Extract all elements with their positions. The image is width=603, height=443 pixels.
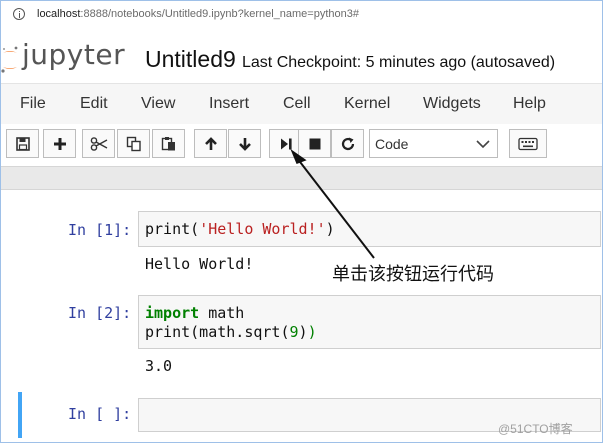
- command-palette-button[interactable]: [509, 129, 547, 158]
- run-icon: [280, 138, 292, 149]
- menu-edit[interactable]: Edit: [80, 95, 108, 113]
- menu-kernel[interactable]: Kernel: [344, 95, 390, 113]
- header-divider: [1, 166, 602, 190]
- address-bar[interactable]: localhost:8888/notebooks/Untitled9.ipynb…: [1, 1, 602, 29]
- cell-2-prompt: In [2]:: [68, 304, 132, 322]
- keyboard-icon: [518, 137, 538, 150]
- insert-cell-button[interactable]: [43, 129, 76, 158]
- cell-2-output: 3.0: [145, 357, 173, 375]
- cell-type-value: Code: [375, 136, 409, 152]
- cell-1-output: Hello World!: [145, 255, 254, 273]
- menu-help[interactable]: Help: [513, 95, 546, 113]
- arrow-down-icon: [238, 137, 251, 151]
- jupyter-logo-text[interactable]: jupyter: [22, 38, 125, 71]
- annotation-text: 单击该按钮运行代码: [332, 264, 494, 285]
- menu-file[interactable]: File: [20, 95, 46, 113]
- save-icon: [15, 136, 30, 151]
- save-button[interactable]: [6, 129, 39, 158]
- code-line: import math: [145, 304, 245, 322]
- menu-cell[interactable]: Cell: [283, 95, 311, 113]
- cell-1-prompt: In [1]:: [68, 221, 132, 239]
- checkpoint-status: Last Checkpoint: 5 minutes ago (autosave…: [242, 54, 556, 71]
- arrow-up-icon: [204, 136, 217, 150]
- cell-1-input[interactable]: print('Hello World!'): [138, 211, 601, 247]
- plus-icon: [53, 137, 66, 150]
- interrupt-button[interactable]: [298, 129, 331, 158]
- url-text[interactable]: localhost:8888/notebooks/Untitled9.ipynb…: [37, 8, 359, 20]
- menu-widgets[interactable]: Widgets: [423, 95, 481, 113]
- active-cell-indicator: [18, 392, 22, 438]
- watermark: @51CTO博客: [498, 422, 573, 436]
- stop-icon: [309, 138, 320, 149]
- cell-2-code[interactable]: import math print(math.sqrt(9)): [145, 304, 317, 342]
- menu-bar: File Edit View Insert Cell Kernel Widget…: [1, 83, 602, 125]
- chevron-down-icon: [476, 140, 490, 149]
- cell-2-input[interactable]: import math print(math.sqrt(9)): [138, 295, 601, 349]
- notebook-title[interactable]: Untitled9: [145, 46, 236, 73]
- move-cell-down-button[interactable]: [228, 129, 261, 158]
- copy-icon: [126, 136, 141, 151]
- cell-1-code[interactable]: print('Hello World!'): [145, 220, 335, 239]
- menu-insert[interactable]: Insert: [209, 95, 249, 113]
- paste-button[interactable]: [152, 129, 185, 158]
- cell-3-prompt: In [ ]:: [68, 405, 132, 423]
- cut-button[interactable]: [82, 129, 115, 158]
- restart-button[interactable]: [331, 129, 364, 158]
- code-line: print(math.sqrt(9)): [145, 323, 317, 341]
- scissors-icon: [90, 136, 107, 151]
- restart-icon: [341, 137, 354, 150]
- info-icon: [13, 8, 25, 20]
- menu-view[interactable]: View: [141, 95, 175, 113]
- jupyter-logo-icon[interactable]: [0, 44, 20, 76]
- copy-button[interactable]: [117, 129, 150, 158]
- toolbar: Code: [1, 124, 602, 164]
- cell-type-select[interactable]: Code: [369, 129, 498, 158]
- move-cell-up-button[interactable]: [194, 129, 227, 158]
- paste-icon: [161, 136, 175, 150]
